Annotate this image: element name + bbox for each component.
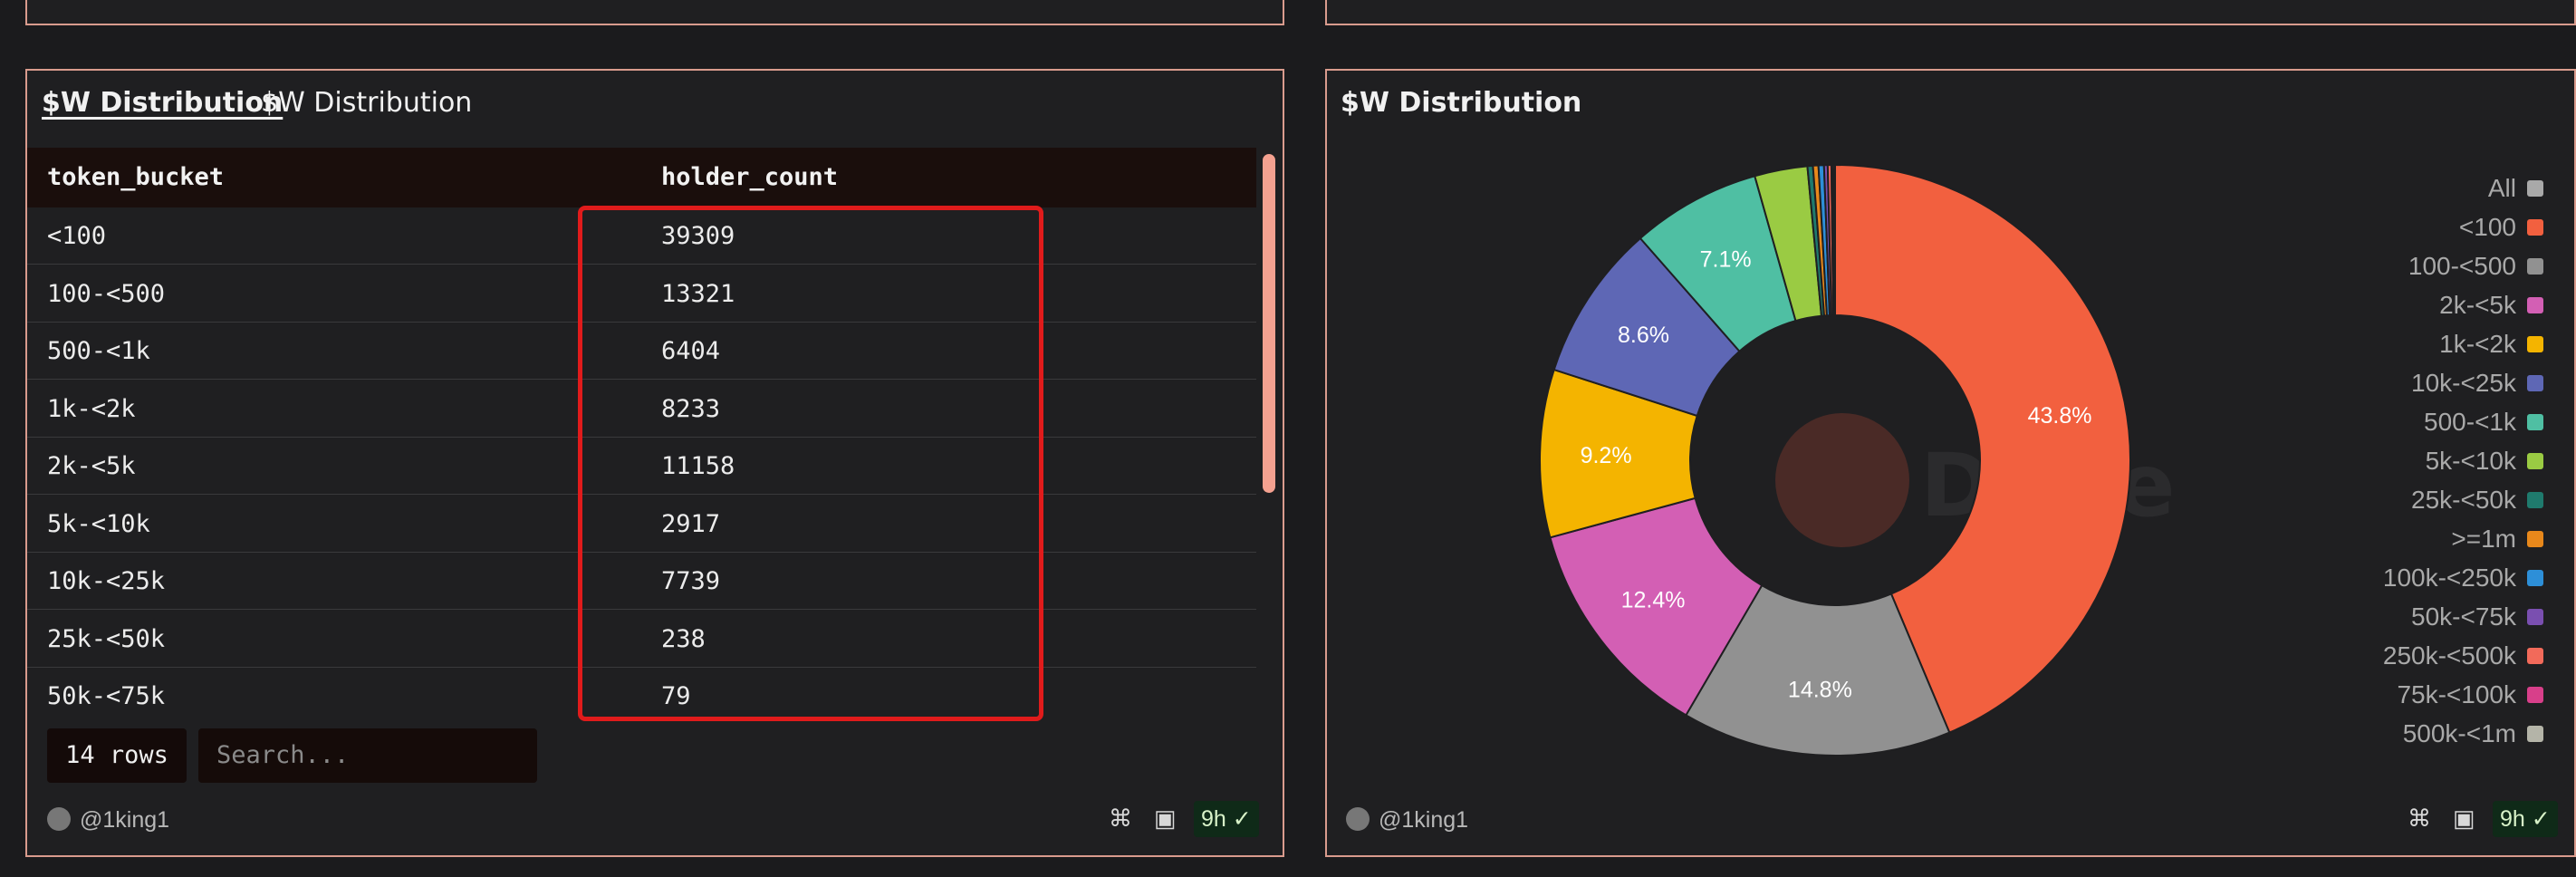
age-text-right: 9h: [2500, 806, 2525, 832]
legend-swatch: [2527, 570, 2543, 586]
top-right-panel-partial: [1325, 0, 2576, 25]
legend-item[interactable]: 5k-<10k: [2426, 443, 2543, 479]
cell-token-bucket: <100: [47, 222, 107, 250]
legend-item[interactable]: 50k-<75k: [2411, 599, 2543, 635]
fork-icon[interactable]: ⌘: [1109, 805, 1132, 833]
column-header-token-bucket[interactable]: token_bucket: [47, 163, 224, 191]
legend-item[interactable]: 25k-<50k: [2411, 482, 2543, 518]
table-scrollbar[interactable]: [1263, 154, 1275, 493]
legend-item[interactable]: <100: [2459, 209, 2543, 246]
age-text: 9h: [1201, 806, 1226, 832]
legend-swatch: [2527, 609, 2543, 625]
camera-icon-right[interactable]: ▣: [2453, 805, 2475, 833]
legend-label: 500k-<1m: [2402, 719, 2516, 747]
legend-swatch: [2527, 336, 2543, 352]
table-header: token_bucket holder_count: [27, 148, 1256, 207]
legend-label: 25k-<50k: [2411, 486, 2516, 514]
cell-token-bucket: 10k-<25k: [47, 567, 166, 595]
author-globe-icon-right: [1346, 807, 1370, 831]
legend-label: 1k-<2k: [2439, 330, 2516, 358]
cell-token-bucket: 1k-<2k: [47, 394, 136, 423]
cell-token-bucket: 50k-<75k: [47, 682, 166, 709]
legend-label: 2k-<5k: [2439, 291, 2516, 319]
legend-label: 100-<500: [2408, 252, 2516, 280]
legend-swatch: [2527, 648, 2543, 664]
legend-label: 100k-<250k: [2382, 564, 2516, 592]
highlight-annotation-box: [578, 206, 1043, 721]
fork-icon-right[interactable]: ⌘: [2408, 805, 2431, 833]
query-title-link[interactable]: $W Distribution: [42, 87, 283, 119]
legend-label: 10k-<25k: [2411, 369, 2516, 397]
legend-swatch: [2527, 414, 2543, 430]
author-globe-icon: [47, 807, 71, 831]
legend-item[interactable]: 250k-<500k: [2383, 638, 2543, 674]
chart-title: $W Distribution: [1341, 87, 1582, 119]
legend-label: <100: [2458, 213, 2516, 241]
legend-item[interactable]: 500-<1k: [2424, 404, 2543, 440]
legend-label: >=1m: [2451, 525, 2516, 553]
legend-swatch: [2527, 492, 2543, 508]
legend-swatch: [2527, 531, 2543, 547]
visualization-title: $W Distribution: [261, 87, 473, 119]
legend-item[interactable]: >=1m: [2451, 521, 2543, 557]
legend-label: 50k-<75k: [2411, 602, 2516, 631]
refresh-age-badge-right[interactable]: 9h ✓: [2493, 801, 2558, 837]
author-handle[interactable]: @1king1: [80, 807, 169, 834]
legend-swatch: [2527, 219, 2543, 236]
row-count-badge: 14 rows: [47, 728, 187, 783]
legend-swatch: [2527, 180, 2543, 197]
legend-label: 500-<1k: [2424, 408, 2516, 436]
column-header-holder-count[interactable]: holder_count: [661, 163, 838, 191]
cell-token-bucket: 5k-<10k: [47, 509, 150, 538]
cell-token-bucket: 500-<1k: [47, 337, 150, 365]
legend-label: 250k-<500k: [2382, 641, 2516, 670]
table-search-input[interactable]: [198, 728, 537, 783]
top-left-panel-partial: [25, 0, 1284, 25]
legend-item[interactable]: All: [2488, 170, 2543, 207]
legend-swatch: [2527, 258, 2543, 275]
legend-item[interactable]: 10k-<25k: [2411, 365, 2543, 401]
legend-item[interactable]: 100-<500: [2408, 248, 2543, 284]
legend-item[interactable]: 75k-<100k: [2397, 677, 2543, 713]
legend-label: All: [2487, 174, 2516, 202]
cell-token-bucket: 25k-<50k: [47, 624, 166, 653]
legend-item[interactable]: 500k-<1m: [2403, 716, 2543, 752]
legend-swatch: [2527, 297, 2543, 313]
legend-item[interactable]: 100k-<250k: [2383, 560, 2543, 596]
legend-label: 5k-<10k: [2425, 447, 2516, 475]
legend-swatch: [2527, 453, 2543, 469]
dune-watermark: Dune: [1920, 435, 2176, 536]
legend-swatch: [2527, 687, 2543, 703]
legend-item[interactable]: 1k-<2k: [2439, 326, 2543, 362]
author-handle-right[interactable]: @1king1: [1379, 807, 1468, 834]
cell-token-bucket: 2k-<5k: [47, 452, 136, 480]
legend-item[interactable]: 2k-<5k: [2439, 287, 2543, 323]
legend-label: 75k-<100k: [2397, 680, 2516, 708]
camera-icon[interactable]: ▣: [1154, 805, 1177, 833]
cell-token-bucket: 100-<500: [47, 279, 166, 308]
legend-swatch: [2527, 726, 2543, 742]
refresh-age-badge[interactable]: 9h ✓: [1194, 801, 1259, 837]
legend-swatch: [2527, 375, 2543, 391]
